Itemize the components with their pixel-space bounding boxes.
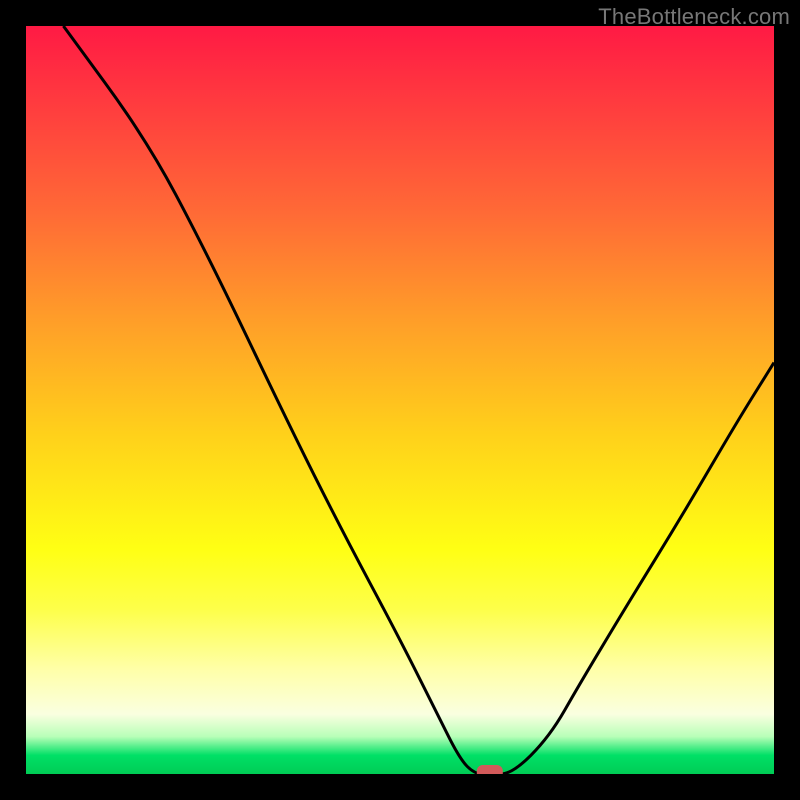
chart-frame: TheBottleneck.com [0, 0, 800, 800]
plot-area [26, 26, 774, 774]
marker-icon [477, 765, 503, 774]
bottleneck-curve-svg [26, 26, 774, 774]
watermark-text: TheBottleneck.com [598, 4, 790, 30]
bottleneck-curve [63, 26, 774, 774]
